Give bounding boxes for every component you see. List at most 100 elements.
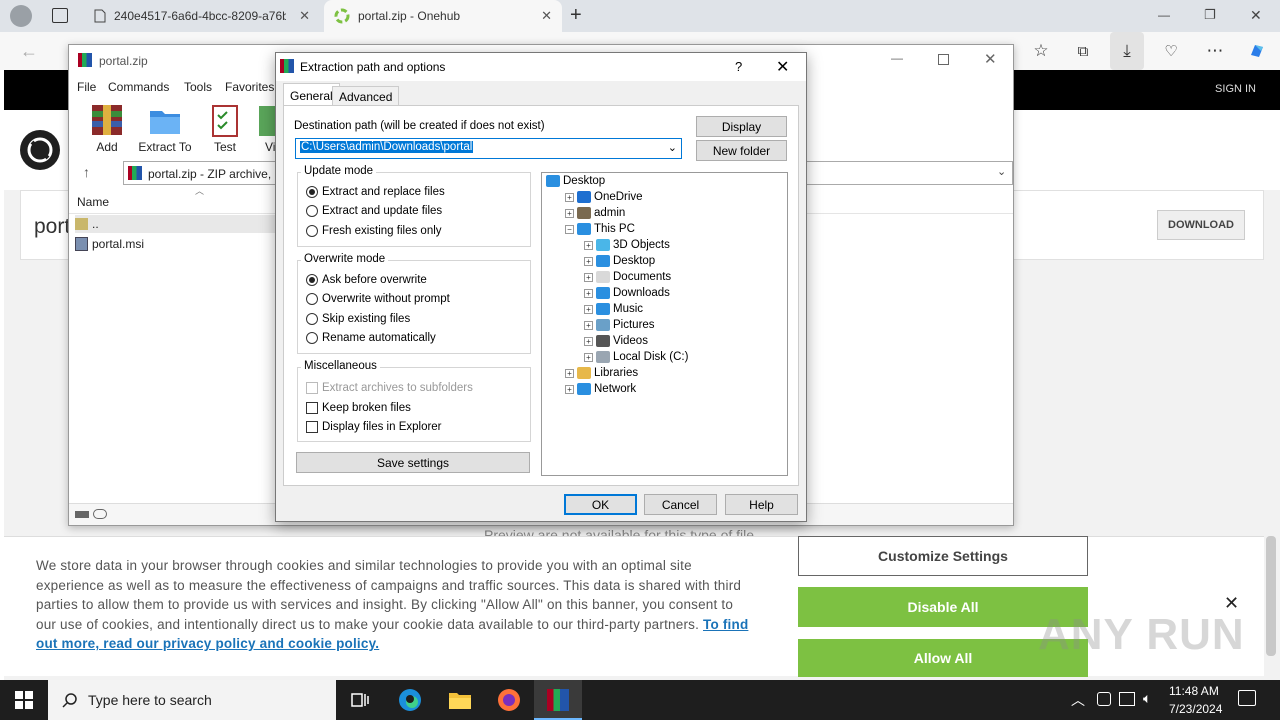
expand-icon[interactable]: + — [584, 336, 593, 346]
list-item[interactable]: portal.msi — [75, 235, 275, 253]
path-history-dropdown-icon[interactable]: ⌄ — [668, 141, 677, 154]
page-scrollbar[interactable] — [1266, 536, 1276, 656]
download-button[interactable]: DOWNLOAD — [1157, 210, 1245, 240]
favorites-star-icon[interactable]: ☆ — [1024, 32, 1058, 70]
window-close-icon[interactable]: ✕ — [1250, 7, 1262, 24]
help-button[interactable]: Help — [725, 494, 798, 515]
clock-date[interactable]: 7/23/2024 — [1169, 702, 1222, 716]
tree-node[interactable]: + OneDrive — [565, 191, 643, 203]
up-folder-icon[interactable]: ↑ — [83, 164, 90, 180]
volume-icon[interactable]: 🔈︎ — [1143, 690, 1151, 707]
tree-node[interactable]: + Local Disk (C:) — [584, 351, 688, 363]
start-windows-icon[interactable] — [15, 691, 33, 709]
tab-close-icon[interactable]: ✕ — [541, 8, 552, 24]
tree-node[interactable]: Desktop — [546, 175, 605, 187]
sign-in-link[interactable]: SIGN IN — [1215, 83, 1256, 95]
expand-icon[interactable]: + — [565, 384, 574, 394]
radio-fresh-existing[interactable]: Fresh existing files only — [306, 225, 442, 237]
expand-icon[interactable]: + — [584, 240, 593, 250]
taskbar-search-box[interactable]: Type here to search — [48, 680, 336, 720]
tab-close-icon[interactable]: ✕ — [299, 8, 310, 24]
destination-path-input[interactable]: C:\Users\admin\Downloads\portal ⌄ — [295, 138, 682, 159]
customize-settings-button[interactable]: Customize Settings — [798, 536, 1088, 576]
show-hidden-icons-icon[interactable]: ︿ — [1071, 690, 1085, 710]
file-explorer-icon[interactable] — [448, 690, 472, 710]
tab-onehub[interactable]: portal.zip - Onehub ✕ — [324, 0, 562, 32]
tree-node[interactable]: +3D Objects — [584, 239, 670, 251]
tree-node[interactable]: + Network — [565, 383, 636, 395]
test-archive-button[interactable]: Test — [205, 103, 245, 154]
tab-file[interactable]: 240e4517-6a6d-4bcc-8209-a76bb ✕ — [84, 0, 320, 32]
tree-node[interactable]: + Libraries — [565, 367, 638, 379]
expand-icon[interactable]: + — [565, 368, 574, 378]
network-status-icon[interactable] — [1097, 692, 1111, 706]
extract-to-button[interactable]: Extract To — [137, 103, 193, 154]
expand-icon[interactable]: + — [565, 192, 574, 202]
expand-icon[interactable]: + — [565, 208, 574, 218]
expand-icon[interactable]: + — [584, 304, 593, 314]
cancel-button[interactable]: Cancel — [644, 494, 717, 515]
expand-icon[interactable]: + — [584, 320, 593, 330]
tab-advanced[interactable]: Advanced — [332, 86, 400, 107]
expand-icon[interactable]: + — [584, 272, 593, 282]
winrar-menu-favorites[interactable]: Favorites — [225, 80, 274, 94]
task-view-icon[interactable] — [350, 690, 370, 710]
help-icon[interactable]: ? — [735, 59, 742, 74]
radio-extract-replace[interactable]: Extract and replace files — [306, 186, 445, 198]
collapse-icon[interactable]: − — [565, 224, 574, 234]
edge-browser-icon[interactable] — [398, 688, 422, 712]
column-header-name[interactable]: Name — [77, 195, 109, 209]
radio-extract-update[interactable]: Extract and update files — [306, 205, 442, 217]
save-settings-button[interactable]: Save settings — [296, 452, 530, 473]
back-icon[interactable]: ← — [12, 32, 46, 70]
browser-essentials-icon[interactable]: ♡ — [1154, 32, 1188, 70]
wifi-icon[interactable] — [1119, 692, 1135, 706]
winrar-menu-file[interactable]: File — [77, 80, 96, 94]
clock-time[interactable]: 11:48 AM — [1169, 684, 1219, 698]
minimize-icon[interactable]: — — [1158, 8, 1170, 22]
winrar-menu-commands[interactable]: Commands — [108, 80, 169, 94]
view-button[interactable]: Vi — [257, 103, 277, 153]
settings-menu-icon[interactable]: ⋯ — [1198, 32, 1232, 70]
tree-node[interactable]: + Videos — [584, 335, 648, 347]
checkbox-display-explorer[interactable]: Display files in Explorer — [306, 421, 442, 433]
list-item[interactable]: .. — [75, 215, 275, 233]
tree-node[interactable]: − This PC — [565, 223, 635, 235]
radio-rename-automatically[interactable]: Rename automatically — [306, 332, 436, 344]
winrar-taskbar-button[interactable] — [534, 680, 582, 720]
collections-icon[interactable]: ⧉ — [1066, 32, 1100, 70]
downloads-icon[interactable]: ⤓ — [1110, 32, 1144, 70]
restore-icon[interactable]: ❐ — [1204, 7, 1216, 23]
checkbox-keep-broken[interactable]: Keep broken files — [306, 402, 411, 414]
tree-node[interactable]: + Downloads — [584, 287, 670, 299]
new-tab-icon[interactable]: + — [570, 4, 582, 27]
profile-avatar-icon[interactable] — [10, 5, 32, 27]
dialog-close-icon[interactable]: ✕ — [776, 57, 789, 77]
add-archive-button[interactable]: Add — [87, 103, 127, 154]
radio-overwrite-without-prompt[interactable]: Overwrite without prompt — [306, 293, 450, 305]
winrar-close-icon[interactable]: ✕ — [984, 50, 997, 68]
radio-circle — [306, 313, 318, 325]
folder-tree[interactable]: Desktop + OneDrive + admin − This PC +3D Object… — [541, 172, 788, 476]
radio-skip-existing[interactable]: Skip existing files — [306, 313, 410, 325]
tree-node[interactable]: + Pictures — [584, 319, 655, 331]
expand-icon[interactable]: + — [584, 256, 593, 266]
firefox-icon[interactable] — [497, 688, 521, 712]
tree-node[interactable]: + Music — [584, 303, 643, 315]
ok-button[interactable]: OK — [564, 494, 637, 515]
winrar-minimize-icon[interactable]: — — [891, 51, 903, 65]
tree-node[interactable]: + admin — [565, 207, 625, 219]
expand-icon[interactable]: + — [584, 288, 593, 298]
expand-icon[interactable]: + — [584, 352, 593, 362]
tab-actions-icon[interactable] — [52, 8, 68, 23]
tree-node[interactable]: + Desktop — [584, 255, 655, 267]
copilot-icon[interactable] — [1240, 32, 1274, 70]
radio-ask-before[interactable]: Ask before overwrite — [306, 274, 427, 286]
winrar-maximize-icon[interactable] — [938, 54, 949, 65]
display-button[interactable]: Display — [696, 116, 787, 137]
winrar-menu-tools[interactable]: Tools — [184, 80, 212, 94]
tree-node[interactable]: + Documents — [584, 271, 671, 283]
new-folder-button[interactable]: New folder — [696, 140, 787, 161]
notifications-icon[interactable] — [1238, 690, 1256, 706]
path-dropdown-icon[interactable]: ⌄ — [997, 165, 1006, 178]
